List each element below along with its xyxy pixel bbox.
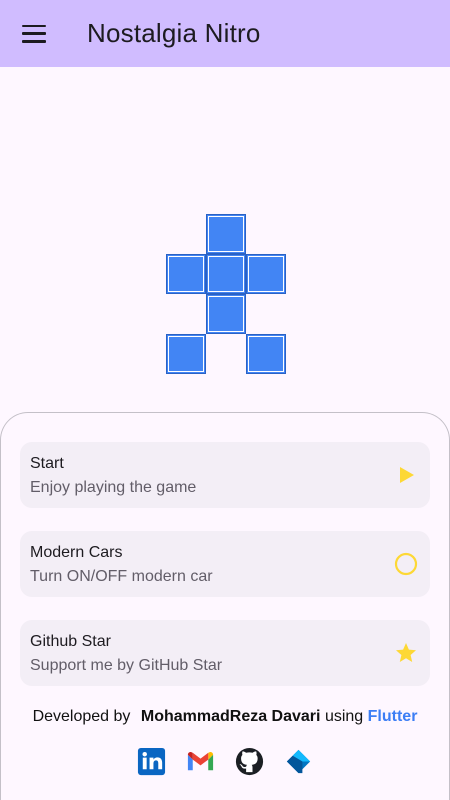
car-block <box>206 294 246 334</box>
flutter-link[interactable]: Flutter <box>368 708 418 725</box>
credit-middle: using <box>324 708 364 725</box>
car-sprite <box>0 0 450 400</box>
car-block <box>206 254 246 294</box>
github-icon[interactable] <box>234 746 265 777</box>
car-block <box>206 214 246 254</box>
dart-icon[interactable] <box>283 746 314 777</box>
start-tile[interactable]: Start Enjoy playing the game <box>20 442 430 508</box>
car-block <box>246 334 286 374</box>
tile-subtitle: Enjoy playing the game <box>30 479 197 496</box>
tile-title: Github Star <box>30 633 111 650</box>
car-block <box>246 254 286 294</box>
developer-credit: Developed by MohammadReza Davari using F… <box>0 708 450 726</box>
star-icon <box>396 643 416 662</box>
tile-subtitle: Turn ON/OFF modern car <box>30 568 213 585</box>
car-block <box>166 334 206 374</box>
modern-cars-tile[interactable]: Modern Cars Turn ON/OFF modern car <box>20 531 430 597</box>
credit-prefix: Developed by <box>32 708 131 725</box>
gmail-icon[interactable] <box>185 746 216 777</box>
tile-title: Start <box>30 455 64 472</box>
author-name: MohammadReza Davari <box>140 708 321 725</box>
car-block <box>166 254 206 294</box>
github-star-tile[interactable]: Github Star Support me by GitHub Star <box>20 620 430 686</box>
play-icon <box>400 467 414 483</box>
tile-subtitle: Support me by GitHub Star <box>30 657 223 674</box>
linkedin-icon[interactable] <box>136 746 167 777</box>
circle-outline-icon[interactable] <box>394 552 418 576</box>
social-links <box>0 746 450 778</box>
tile-title: Modern Cars <box>30 544 123 561</box>
